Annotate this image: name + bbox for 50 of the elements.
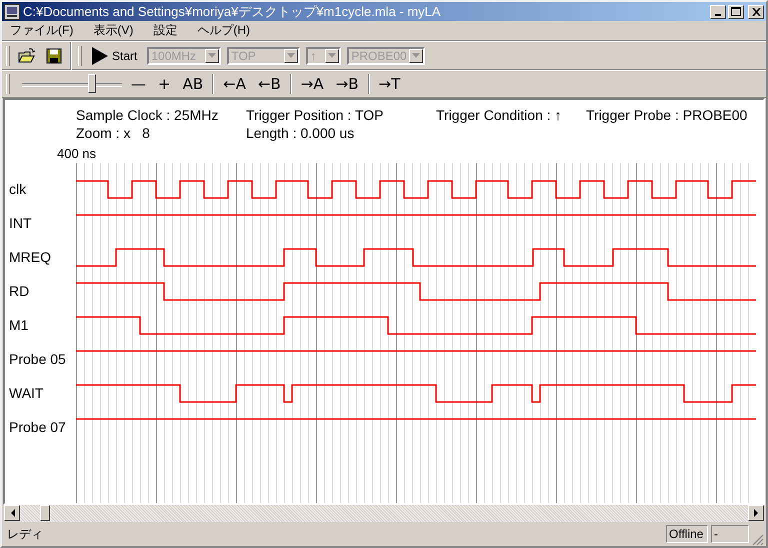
zoom-toolbar-button[interactable]: →A [298, 75, 327, 93]
window-title: C:¥Documents and Settings¥moriya¥デスクトップ¥m1cycle.mla - myLA [23, 2, 442, 20]
signal-label: INT [9, 215, 32, 231]
left-arrow-icon [10, 509, 14, 517]
info-text: Trigger Probe : PROBE00 [586, 107, 748, 123]
info-text: Sample Clock : 25MHz [76, 107, 220, 123]
signal-label: Probe 07 [9, 419, 66, 435]
play-icon [92, 46, 108, 64]
menu-item[interactable]: ファイル(F) [10, 22, 74, 39]
scroll-right-button[interactable] [748, 505, 764, 521]
signal-label: MREQ [9, 249, 51, 265]
signal-label: RD [9, 283, 30, 299]
app-icon [4, 4, 20, 20]
minimize-icon [715, 14, 721, 16]
status-text: レディ [7, 526, 44, 542]
info-text: Length : 0.000 us [246, 125, 356, 141]
start-button[interactable]: Start [88, 44, 142, 66]
zoom-toolbar-button[interactable]: + [155, 75, 174, 93]
slider-thumb[interactable] [88, 74, 96, 93]
signal-label: M1 [9, 317, 28, 333]
save-icon[interactable] [44, 46, 64, 66]
status-panel: Offline [666, 525, 708, 543]
zoom-toolbar-button[interactable]: — [128, 75, 149, 93]
minimize-button[interactable] [710, 4, 726, 18]
close-button[interactable] [748, 4, 764, 18]
signal-label: Probe 05 [9, 351, 66, 367]
maximize-icon [731, 7, 741, 16]
menu-item[interactable]: 表示(V) [93, 22, 134, 39]
zoom-toolbar-button[interactable]: →T [376, 75, 404, 93]
zoom-toolbar-button[interactable]: →B [332, 75, 362, 93]
resize-grip-icon[interactable] [752, 534, 764, 546]
zoom-toolbar-button[interactable]: ←B [254, 75, 284, 93]
close-icon [752, 8, 760, 16]
zoom-slider[interactable] [22, 74, 122, 94]
menu-item[interactable]: ヘルプ(H) [197, 22, 250, 39]
open-folder-icon[interactable] [16, 46, 38, 66]
signal-label: clk [9, 181, 26, 197]
right-arrow-icon [754, 509, 758, 517]
info-text: Trigger Position : TOP [246, 107, 384, 123]
menu-item[interactable]: 設定 [153, 22, 178, 39]
scroll-left-button[interactable] [4, 505, 20, 521]
zoom-toolbar-button[interactable]: AB [180, 75, 206, 93]
info-text: Zoom : x 8 [76, 125, 151, 141]
scrollbar-thumb[interactable] [40, 505, 50, 521]
zoom-toolbar-button[interactable]: ←A [220, 75, 249, 93]
status-panel: - [711, 525, 749, 543]
maximize-button[interactable] [728, 4, 744, 18]
signal-label: WAIT [9, 385, 44, 401]
time-scale-label: 400 ns [57, 146, 98, 163]
info-text: Trigger Condition : ↑ [436, 107, 563, 123]
